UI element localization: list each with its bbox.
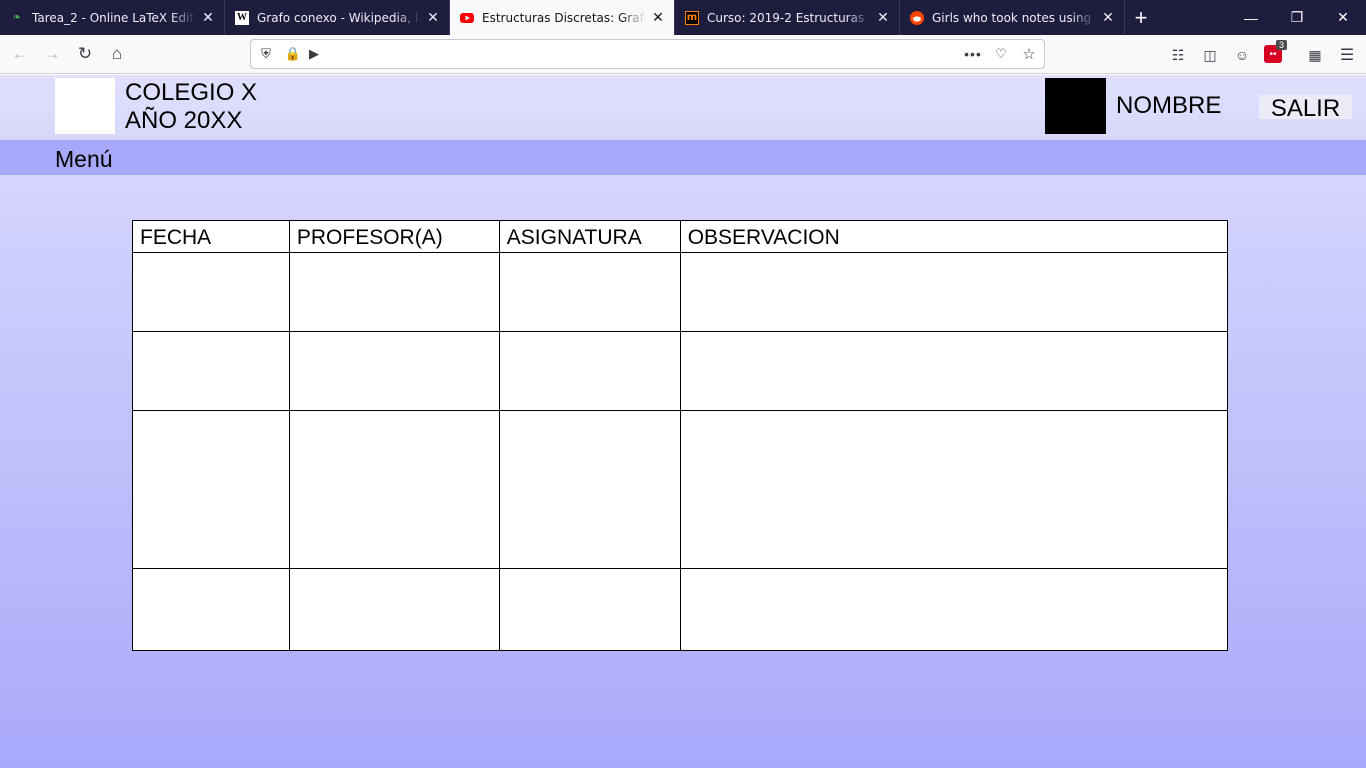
shield-icon[interactable]: ⛨ <box>257 45 275 63</box>
table-cell <box>288 410 500 569</box>
table-cell <box>679 568 1229 651</box>
close-tab-icon[interactable]: ✕ <box>650 10 666 26</box>
close-tab-icon[interactable]: ✕ <box>1100 10 1116 26</box>
column-header-profesor: PROFESOR(A) <box>288 220 500 253</box>
page-content: COLEGIO X AÑO 20XX NOMBRE SALIR Menú FEC… <box>0 75 1366 768</box>
menu-bar: Menú <box>0 140 1366 175</box>
window-controls: — ❐ ✕ <box>1228 0 1366 35</box>
table-cell <box>132 410 290 569</box>
browser-tab-strip: ❧ Tarea_2 - Online LaTeX Editor Overleaf… <box>0 0 1366 35</box>
browser-tab[interactable]: Girls who took notes using 50 different … <box>900 0 1125 35</box>
observations-table: FECHA PROFESOR(A) ASIGNATURA OBSERVACION <box>132 220 1229 651</box>
tab-title: Estructuras Discretas: Grafos especiales <box>482 10 646 25</box>
extension-badge: 3 <box>1276 40 1288 50</box>
table-cell <box>132 331 290 411</box>
reddit-icon <box>910 10 924 25</box>
library-icon[interactable]: ☷ <box>1168 45 1188 65</box>
restore-icon[interactable]: ❐ <box>1274 0 1320 35</box>
table-cell <box>132 568 290 651</box>
bookmark-star-icon[interactable]: ☆ <box>1020 45 1038 63</box>
address-bar[interactable]: ⛨ 🔒 ▶ ••• ♡ ☆ <box>250 39 1045 69</box>
browser-tab[interactable]: W Grafo conexo - Wikipedia, la enciclope… <box>225 0 450 35</box>
pocket-icon[interactable]: ♡ <box>992 45 1010 63</box>
browser-toolbar: ← → ↻ ⌂ ⛨ 🔒 ▶ ••• ♡ ☆ ☷ ◫ ☺ •• 3 ▦ ☰ <box>0 35 1366 74</box>
column-header-observacion: OBSERVACION <box>679 220 1229 253</box>
tab-title: Girls who took notes using 50 different … <box>932 10 1096 25</box>
table-cell <box>679 331 1229 411</box>
close-window-icon[interactable]: ✕ <box>1320 0 1366 35</box>
table-row <box>132 410 1229 569</box>
overleaf-icon: ❧ <box>12 12 22 23</box>
table-cell <box>498 252 681 332</box>
table-row <box>132 252 1229 332</box>
table-header-row: FECHA PROFESOR(A) ASIGNATURA OBSERVACION <box>132 220 1229 253</box>
tab-title: Grafo conexo - Wikipedia, la enciclopedi… <box>257 10 421 25</box>
table-cell <box>498 410 681 569</box>
column-header-asignatura: ASIGNATURA <box>498 220 681 253</box>
minimize-icon[interactable]: — <box>1228 0 1274 35</box>
home-icon[interactable]: ⌂ <box>103 41 131 67</box>
menu-button[interactable]: Menú <box>55 146 113 173</box>
column-header-fecha: FECHA <box>132 220 290 253</box>
close-tab-icon[interactable]: ✕ <box>200 10 216 26</box>
browser-tab[interactable]: ❧ Tarea_2 - Online LaTeX Editor Overleaf… <box>0 0 225 35</box>
account-icon[interactable]: ☺ <box>1232 45 1252 65</box>
logout-button[interactable]: SALIR <box>1259 95 1352 121</box>
browser-tab[interactable]: m Curso: 2019-2 Estructuras Discretas ✕ <box>675 0 900 35</box>
extensions-puzzle-icon[interactable]: ▦ <box>1305 45 1325 65</box>
close-tab-icon[interactable]: ✕ <box>425 10 441 26</box>
youtube-icon <box>460 11 474 25</box>
table-cell <box>498 331 681 411</box>
moodle-icon: m <box>685 10 699 25</box>
page-actions-icon[interactable]: ••• <box>964 45 982 63</box>
hamburger-menu-icon[interactable]: ☰ <box>1337 45 1357 65</box>
site-header: COLEGIO X AÑO 20XX NOMBRE SALIR <box>0 75 1366 140</box>
table-row <box>132 331 1229 411</box>
table-cell <box>288 568 500 651</box>
lock-icon[interactable]: 🔒 <box>284 45 302 63</box>
school-name: COLEGIO X <box>125 79 258 106</box>
wikipedia-icon: W <box>235 10 249 25</box>
table-cell <box>679 410 1229 569</box>
avatar <box>1045 78 1106 134</box>
browser-tab-active[interactable]: Estructuras Discretas: Grafos especiales… <box>450 0 675 35</box>
forward-arrow-icon[interactable]: → <box>38 41 66 67</box>
table-row <box>132 568 1229 651</box>
table-cell <box>498 568 681 651</box>
table-cell <box>288 331 500 411</box>
autoplay-blocked-icon[interactable]: ▶ <box>305 45 323 63</box>
table-cell <box>288 252 500 332</box>
reload-icon[interactable]: ↻ <box>71 41 99 67</box>
sidebar-icon[interactable]: ◫ <box>1200 45 1220 65</box>
tab-title: Tarea_2 - Online LaTeX Editor Overleaf <box>32 10 196 25</box>
tab-title: Curso: 2019-2 Estructuras Discretas <box>707 10 871 25</box>
user-name: NOMBRE <box>1116 92 1222 119</box>
school-year: AÑO 20XX <box>125 107 243 134</box>
table-cell <box>132 252 290 332</box>
table-cell <box>679 252 1229 332</box>
school-info: COLEGIO X AÑO 20XX <box>125 79 257 135</box>
close-tab-icon[interactable]: ✕ <box>875 10 891 26</box>
school-logo <box>55 78 115 134</box>
new-tab-button[interactable]: + <box>1125 0 1157 35</box>
back-arrow-icon[interactable]: ← <box>6 41 34 67</box>
